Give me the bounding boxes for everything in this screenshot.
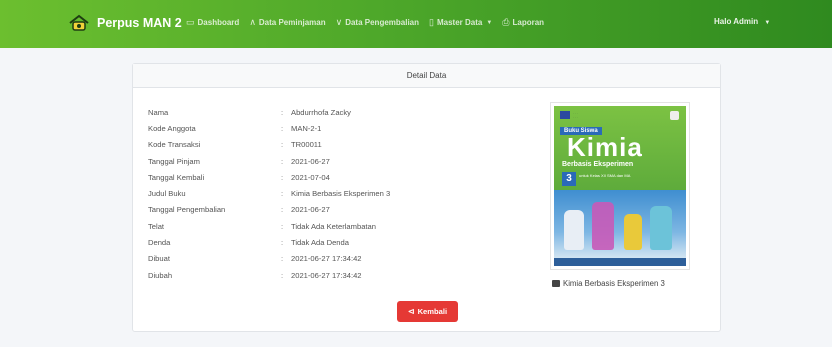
- field-label: Tanggal Kembali: [148, 172, 205, 182]
- image-icon: [552, 280, 560, 287]
- nav-dashboard[interactable]: ▭ Dashboard: [186, 17, 239, 28]
- field-row: Dibuat:2021-06-27 17:34:42: [148, 251, 390, 267]
- field-row: Tanggal Kembali:2021-07-04: [148, 169, 390, 185]
- library-logo-icon: [69, 14, 89, 31]
- field-separator: :: [281, 140, 284, 150]
- field-value: 2021-06-27 17:34:42: [291, 270, 362, 280]
- field-separator: :: [281, 123, 284, 133]
- field-row: Kode Transaksi: TR00011: [148, 137, 390, 153]
- cover-footer: [554, 258, 686, 266]
- detail-fields: Nama: Abdurrhofa Zacky Kode Anggota: MAN-2…: [148, 104, 390, 283]
- monitor-icon: ▭: [186, 17, 195, 27]
- field-row: Telat: Tidak Ada Keterlambatan: [148, 218, 390, 234]
- back-button[interactable]: ⊲ Kembali: [397, 301, 458, 322]
- field-value: MAN-2-1: [291, 123, 322, 133]
- field-value: Abdurrhofa Zacky: [291, 107, 351, 117]
- nav-laporan[interactable]: ⎙ Laporan: [502, 17, 544, 28]
- field-separator: :: [281, 205, 284, 215]
- field-row: Diubah:2021-06-27 17:34:42: [148, 267, 390, 283]
- nav-data-pengembalian-label: Data Pengembalian: [345, 18, 420, 27]
- field-separator: :: [281, 189, 284, 199]
- nav-master-data-label: Master Data: [436, 18, 483, 27]
- chevron-down-icon: ∨: [335, 17, 343, 27]
- field-label: Tanggal Pinjam: [148, 156, 200, 166]
- field-label: Nama: [148, 107, 169, 117]
- brand-name: Perpus MAN 2: [97, 16, 182, 30]
- field-value: TR00011: [291, 140, 322, 150]
- user-menu[interactable]: Halo Admin ▼: [714, 17, 770, 26]
- field-row: Kode Anggota: MAN-2-1: [148, 120, 390, 136]
- printer-icon: ⎙: [502, 17, 510, 27]
- field-separator: :: [281, 254, 284, 264]
- book-caption: Kimia Berbasis Eksperimen 3: [552, 279, 665, 288]
- cover-subtitle: Berbasis Eksperimen: [562, 161, 634, 168]
- field-value: Tidak Ada Denda: [291, 238, 349, 248]
- user-greeting: Halo Admin: [714, 17, 759, 26]
- chevron-up-icon: ∧: [249, 17, 256, 27]
- bottle-icon: [650, 206, 672, 250]
- field-value: 2021-07-04: [291, 172, 330, 182]
- field-label: Tanggal Pengembalian: [148, 205, 226, 215]
- book-caption-text: Kimia Berbasis Eksperimen 3: [563, 279, 665, 288]
- back-arrow-icon: ⊲: [407, 307, 415, 316]
- field-label: Judul Buku: [148, 189, 186, 199]
- field-value: Kimia Berbasis Eksperimen 3: [291, 189, 391, 199]
- cover-number: 3: [562, 172, 576, 186]
- caret-down-icon: ▼: [486, 19, 493, 26]
- field-label: Kode Anggota: [148, 123, 196, 133]
- detail-card: Detail Data Nama: Abdurrhofa Zacky Kode A…: [132, 63, 721, 332]
- cover-class: untuk Kelas XII SMA dan MA: [579, 173, 631, 178]
- field-row: Tanggal Pengembalian:2021-06-27: [148, 202, 390, 218]
- main-nav: ▭ Dashboard ∧ Data Peminjaman ∨ Data Pen…: [186, 17, 554, 28]
- nav-master-data[interactable]: ▯ Master Data ▼: [429, 17, 492, 28]
- field-label: Dibuat: [148, 254, 170, 264]
- field-row: Tanggal Pinjam:2021-06-27: [148, 153, 390, 169]
- field-separator: :: [281, 172, 284, 182]
- field-label: Diubah: [148, 270, 173, 280]
- caret-down-icon: ▼: [764, 20, 771, 26]
- book-cover-image: · · · · · · Buku Siswa Kimia Berbasis Eks…: [550, 102, 690, 270]
- top-navbar: Perpus MAN 2 ▭ Dashboard ∧ Data Peminjam…: [0, 0, 832, 48]
- field-row: Denda: Tidak Ada Denda: [148, 234, 390, 250]
- field-label: Kode Transaksi: [148, 140, 201, 150]
- field-separator: :: [281, 270, 284, 280]
- folder-icon: ▯: [429, 17, 434, 27]
- nav-data-peminjaman-label: Data Peminjaman: [258, 18, 326, 27]
- nav-data-pengembalian[interactable]: ∨ Data Pengembalian: [336, 17, 419, 28]
- nav-laporan-label: Laporan: [512, 18, 545, 27]
- field-label: Denda: [148, 238, 171, 248]
- nav-data-peminjaman[interactable]: ∧ Data Peminjaman: [249, 17, 325, 28]
- bottle-icon: [624, 214, 642, 250]
- field-row: Nama: Abdurrhofa Zacky: [148, 104, 390, 120]
- field-row: Judul Buku: Kimia Berbasis Eksperimen 3: [148, 185, 390, 201]
- book-cover: · · · · · · Buku Siswa Kimia Berbasis Eks…: [554, 106, 686, 266]
- field-separator: :: [281, 221, 284, 231]
- cover-title: Kimia: [567, 132, 643, 162]
- field-separator: :: [281, 156, 284, 166]
- card-title: Detail Data: [406, 71, 447, 80]
- field-separator: :: [281, 238, 284, 248]
- library-badge-icon: [670, 111, 679, 120]
- bottle-icon: [564, 210, 584, 250]
- brand[interactable]: Perpus MAN 2: [68, 14, 182, 32]
- publisher-text: · · · · · ·: [573, 111, 578, 119]
- bottle-icon: [592, 202, 614, 250]
- field-label: Telat: [148, 221, 165, 231]
- field-value: 2021-06-27: [291, 156, 330, 166]
- nav-dashboard-label: Dashboard: [197, 18, 240, 27]
- back-button-label: Kembali: [417, 307, 448, 316]
- publisher-logo-icon: [560, 111, 570, 119]
- field-value: 2021-06-27 17:34:42: [291, 254, 362, 264]
- card-header: Detail Data: [133, 64, 720, 88]
- field-value: 2021-06-27: [291, 205, 330, 215]
- field-value: Tidak Ada Keterlambatan: [291, 221, 376, 231]
- field-separator: :: [281, 107, 284, 117]
